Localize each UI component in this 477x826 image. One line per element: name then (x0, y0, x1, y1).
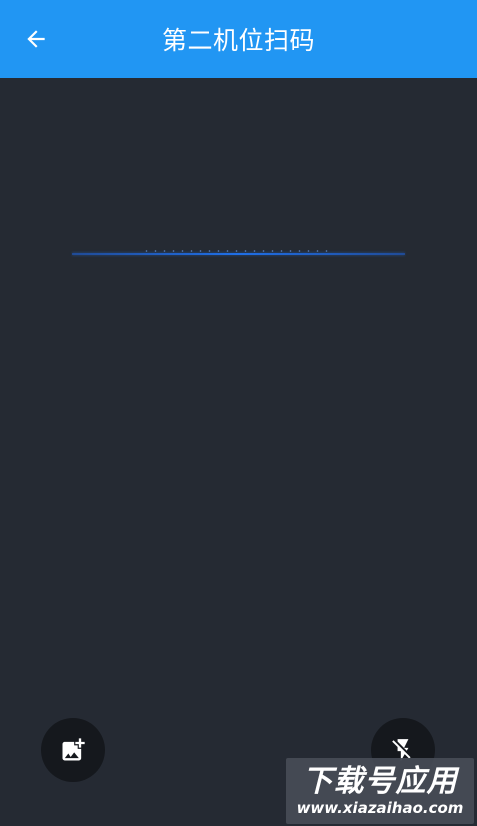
scan-line-sparkle (142, 250, 332, 252)
arrow-left-icon (27, 30, 45, 48)
scan-line (72, 250, 405, 256)
page-title: 第二机位扫码 (161, 26, 315, 55)
camera-preview (0, 78, 477, 826)
watermark-url: www.xiazaihao.com (296, 799, 464, 817)
watermark-title: 下载号应用 (302, 764, 458, 799)
gallery-button[interactable] (41, 718, 105, 782)
watermark-logo: 下载号应用 www.xiazaihao.com (286, 758, 474, 824)
scan-line-core (72, 253, 405, 255)
qr-scanner-screen: 第二机位扫码 下载号应用 www.xiazaihao.com (0, 0, 477, 826)
top-app-bar: 第二机位扫码 (0, 0, 477, 78)
add-photo-icon (62, 738, 85, 761)
back-button[interactable] (16, 19, 56, 59)
